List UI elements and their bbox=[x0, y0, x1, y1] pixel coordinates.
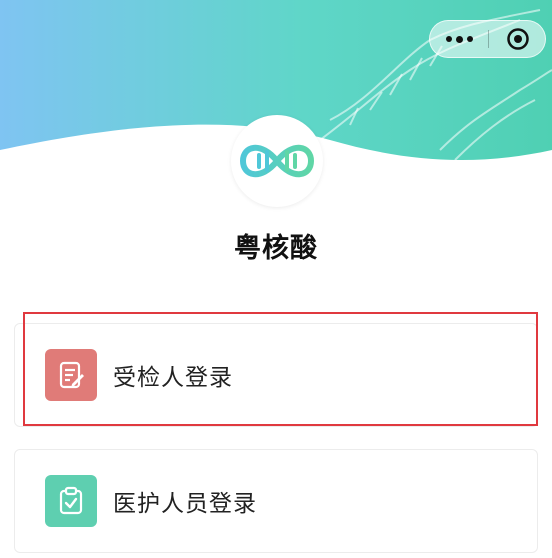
more-dots-icon[interactable] bbox=[430, 21, 488, 57]
highlight-frame bbox=[23, 312, 538, 426]
mini-program-capsule bbox=[429, 20, 546, 58]
target-circle-icon[interactable] bbox=[489, 21, 546, 57]
clipboard-check-icon bbox=[45, 475, 97, 527]
app-logo bbox=[231, 115, 323, 207]
medical-staff-login-button[interactable]: 医护人员登录 bbox=[14, 449, 538, 553]
app-name: 粤核酸 bbox=[234, 233, 318, 264]
medical-staff-login-label: 医护人员登录 bbox=[113, 491, 257, 517]
dna-logo-icon bbox=[240, 144, 314, 178]
